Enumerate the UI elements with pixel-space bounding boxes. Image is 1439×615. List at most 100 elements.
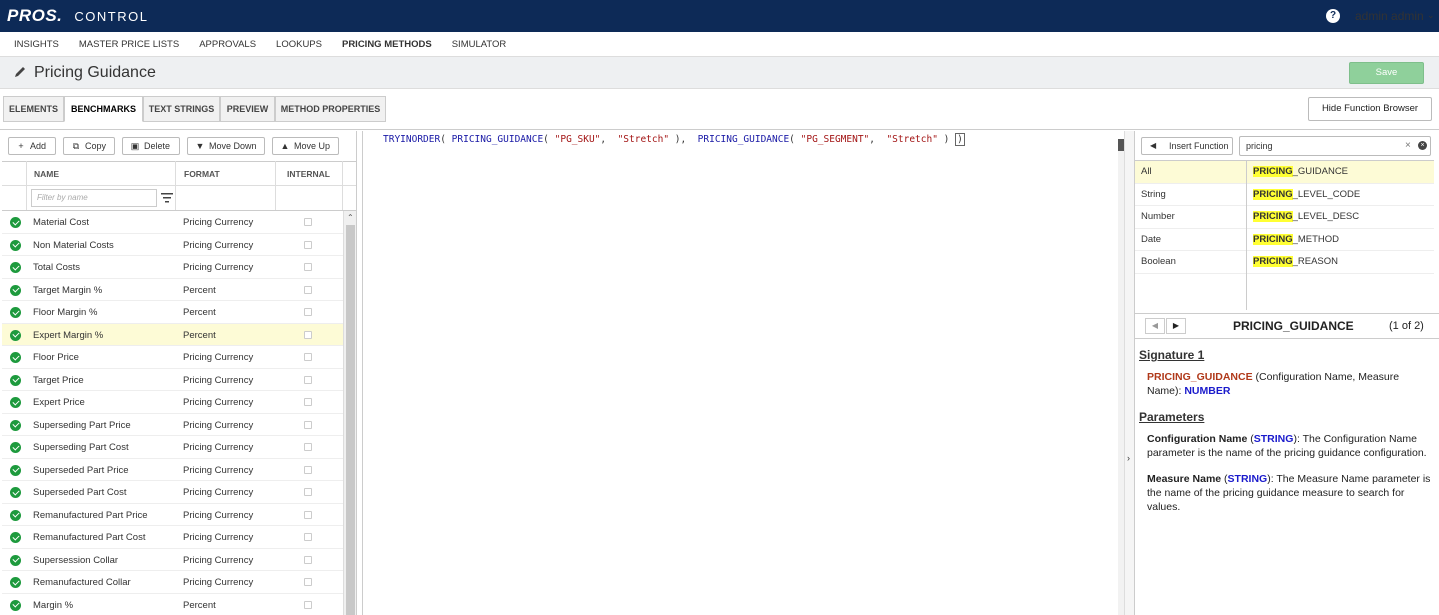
- internal-checkbox[interactable]: [304, 308, 312, 316]
- table-row[interactable]: Superseding Part Price Pricing Currency: [2, 414, 343, 436]
- save-button[interactable]: Save: [1349, 62, 1424, 84]
- table-row[interactable]: Material Cost Pricing Currency: [2, 211, 343, 234]
- scroll-up-icon[interactable]: ⌃: [347, 213, 354, 222]
- category-date[interactable]: Date: [1135, 229, 1246, 251]
- scroll-thumb[interactable]: [346, 225, 355, 615]
- chevron-right-icon[interactable]: ›: [1127, 453, 1130, 463]
- row-name: Margin %: [33, 599, 74, 611]
- table-row[interactable]: Expert Price Pricing Currency: [2, 391, 343, 414]
- check-circle-icon: [10, 239, 21, 251]
- table-row[interactable]: Remanufactured Part Cost Pricing Currency: [2, 526, 343, 549]
- code-paren: ),: [669, 134, 698, 145]
- help-icon[interactable]: ?: [1326, 9, 1340, 23]
- delete-button[interactable]: ▣ Delete: [122, 137, 180, 155]
- internal-checkbox[interactable]: [304, 533, 312, 541]
- left-scrollbar[interactable]: ⌃: [343, 211, 356, 615]
- internal-checkbox[interactable]: [304, 330, 312, 339]
- tab-method-properties[interactable]: METHOD PROPERTIES: [275, 96, 386, 122]
- function-item[interactable]: PRICING_METHOD: [1247, 229, 1434, 251]
- check-circle-icon: [10, 284, 21, 296]
- table-row[interactable]: Superseding Part Cost Pricing Currency: [2, 436, 343, 459]
- category-number[interactable]: Number: [1135, 206, 1246, 229]
- insert-function-button[interactable]: ◀ Insert Function: [1141, 137, 1233, 155]
- table-row[interactable]: Margin % Percent: [2, 594, 343, 615]
- column-name[interactable]: NAME: [34, 162, 59, 186]
- table-row[interactable]: Floor Margin % Percent: [2, 301, 343, 324]
- internal-checkbox[interactable]: [304, 510, 312, 519]
- function-item[interactable]: PRICING_REASON: [1247, 251, 1434, 274]
- internal-checkbox[interactable]: [304, 375, 312, 384]
- table-row[interactable]: Floor Price Pricing Currency: [2, 346, 343, 369]
- function-search-input[interactable]: pricing × ×: [1239, 136, 1431, 156]
- next-page-button[interactable]: ▶: [1166, 318, 1186, 334]
- hide-function-browser-button[interactable]: Hide Function Browser: [1308, 97, 1432, 121]
- internal-checkbox[interactable]: [304, 600, 312, 609]
- chevron-down-icon[interactable]: ⌄: [1427, 10, 1435, 21]
- table-row[interactable]: Target Margin % Percent: [2, 279, 343, 301]
- nav-item-insights[interactable]: INSIGHTS: [14, 39, 59, 50]
- function-item[interactable]: PRICING_LEVEL_CODE: [1247, 184, 1434, 206]
- move-down-button[interactable]: ▼ Move Down: [187, 137, 265, 155]
- check-circle-icon: [10, 442, 21, 453]
- tab-elements[interactable]: ELEMENTS: [3, 96, 64, 122]
- close-circle-icon[interactable]: ×: [1418, 141, 1427, 150]
- column-internal[interactable]: INTERNAL: [287, 162, 330, 186]
- category-string[interactable]: String: [1135, 184, 1246, 206]
- caret-down-icon: ▼: [195, 141, 205, 151]
- internal-checkbox[interactable]: [304, 218, 312, 226]
- function-item[interactable]: PRICING_GUIDANCE: [1247, 161, 1434, 184]
- table-row[interactable]: Supersession Collar Pricing Currency: [2, 549, 343, 571]
- clear-icon[interactable]: ×: [1405, 137, 1411, 155]
- filter-input[interactable]: Filter by name: [31, 189, 157, 207]
- signature-return: NUMBER: [1184, 385, 1231, 397]
- category-boolean[interactable]: Boolean: [1135, 251, 1246, 274]
- copy-label: Copy: [85, 141, 107, 151]
- prev-page-button[interactable]: ◀: [1145, 318, 1165, 334]
- row-name: Expert Margin %: [33, 329, 104, 341]
- function-suffix: _METHOD: [1292, 233, 1340, 245]
- table-row[interactable]: Total Costs Pricing Currency: [2, 256, 343, 279]
- internal-checkbox[interactable]: [304, 285, 312, 294]
- benchmarks-panel: + Add ⧉ Copy ▣ Delete ▼ Move Down ▲ Move Up N…: [2, 131, 357, 615]
- expression-editor[interactable]: TRYINORDER( PRICING_GUIDANCE( "PG_SKU", …: [362, 131, 1129, 615]
- user-menu[interactable]: admin admin: [1355, 9, 1424, 23]
- tab-preview[interactable]: PREVIEW: [220, 96, 275, 122]
- table-row[interactable]: Remanufactured Collar Pricing Currency: [2, 571, 343, 594]
- internal-checkbox[interactable]: [304, 465, 312, 474]
- table-row[interactable]: Target Price Pricing Currency: [2, 369, 343, 391]
- tab-benchmarks[interactable]: BENCHMARKS: [64, 96, 143, 122]
- function-item[interactable]: PRICING_LEVEL_DESC: [1247, 206, 1434, 229]
- delete-label: Delete: [144, 141, 171, 151]
- column-format[interactable]: FORMAT: [184, 162, 220, 186]
- table-row[interactable]: Superseded Part Cost Pricing Currency: [2, 481, 343, 504]
- function-detail-title: PRICING_GUIDANCE: [1233, 319, 1354, 333]
- table-row[interactable]: Superseded Part Price Pricing Currency: [2, 459, 343, 481]
- internal-checkbox[interactable]: [304, 488, 312, 496]
- nav-item-pricing-methods[interactable]: PRICING METHODS: [342, 39, 432, 50]
- panel-splitter[interactable]: ›: [1124, 131, 1134, 615]
- internal-checkbox[interactable]: [304, 443, 312, 451]
- add-button[interactable]: + Add: [8, 137, 56, 155]
- tab-text-strings[interactable]: TEXT STRINGS: [143, 96, 220, 122]
- table-row[interactable]: Remanufactured Part Price Pricing Currenc…: [2, 504, 343, 526]
- filter-row: Filter by name: [2, 186, 356, 211]
- filter-icon[interactable]: [161, 192, 173, 204]
- internal-checkbox[interactable]: [304, 263, 312, 271]
- table-row[interactable]: Expert Margin % Percent: [2, 323, 343, 346]
- internal-checkbox[interactable]: [304, 420, 312, 429]
- nav-item-simulator[interactable]: SIMULATOR: [452, 39, 507, 50]
- internal-checkbox[interactable]: [304, 555, 312, 564]
- internal-checkbox[interactable]: [304, 240, 312, 249]
- code-line[interactable]: TRYINORDER( PRICING_GUIDANCE( "PG_SKU", …: [383, 133, 965, 146]
- internal-checkbox[interactable]: [304, 353, 312, 361]
- internal-checkbox[interactable]: [304, 398, 312, 406]
- nav-item-lookups[interactable]: LOOKUPS: [276, 39, 322, 50]
- category-all[interactable]: All: [1135, 161, 1246, 184]
- table-row[interactable]: Non Material Costs Pricing Currency: [2, 234, 343, 256]
- move-up-button[interactable]: ▲ Move Up: [272, 137, 339, 155]
- copy-button[interactable]: ⧉ Copy: [63, 137, 115, 155]
- check-circle-icon: [10, 307, 21, 318]
- nav-item-master-price-lists[interactable]: MASTER PRICE LISTS: [79, 39, 179, 50]
- internal-checkbox[interactable]: [304, 578, 312, 586]
- nav-item-approvals[interactable]: APPROVALS: [199, 39, 256, 50]
